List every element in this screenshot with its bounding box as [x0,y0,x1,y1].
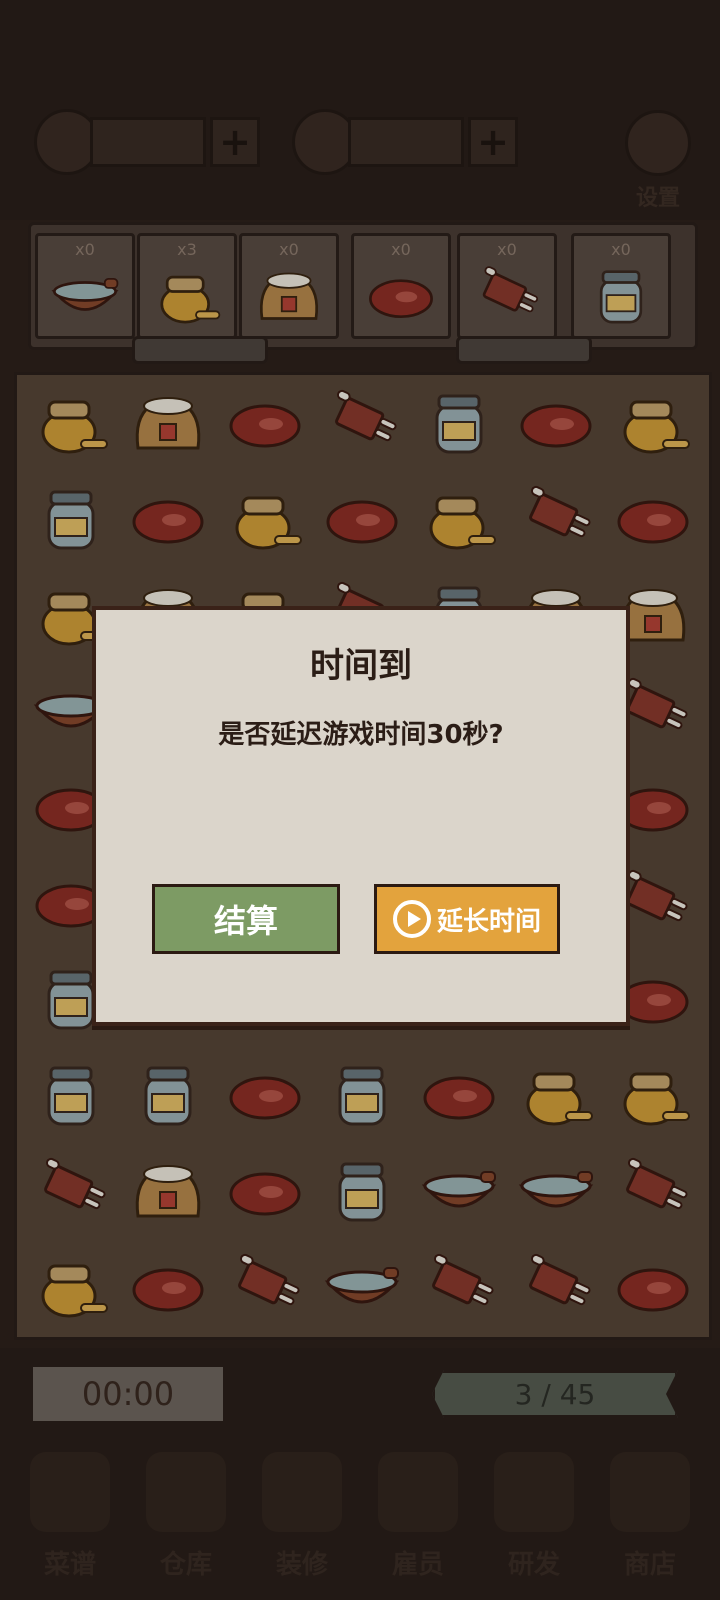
settle-button[interactable]: 结算 [152,884,340,954]
settle-label: 结算 [213,902,278,940]
time-up-dialog: 时间到 是否延迟游戏时间30秒? 结算 延长时间 [92,606,630,1026]
dialog-message: 是否延迟游戏时间30秒? [218,720,504,750]
dialog-title: 时间到 [310,646,412,686]
play-icon [392,900,431,938]
extend-time-button[interactable]: 延长时间 [374,884,560,954]
extend-label: 延长时间 [436,906,541,937]
